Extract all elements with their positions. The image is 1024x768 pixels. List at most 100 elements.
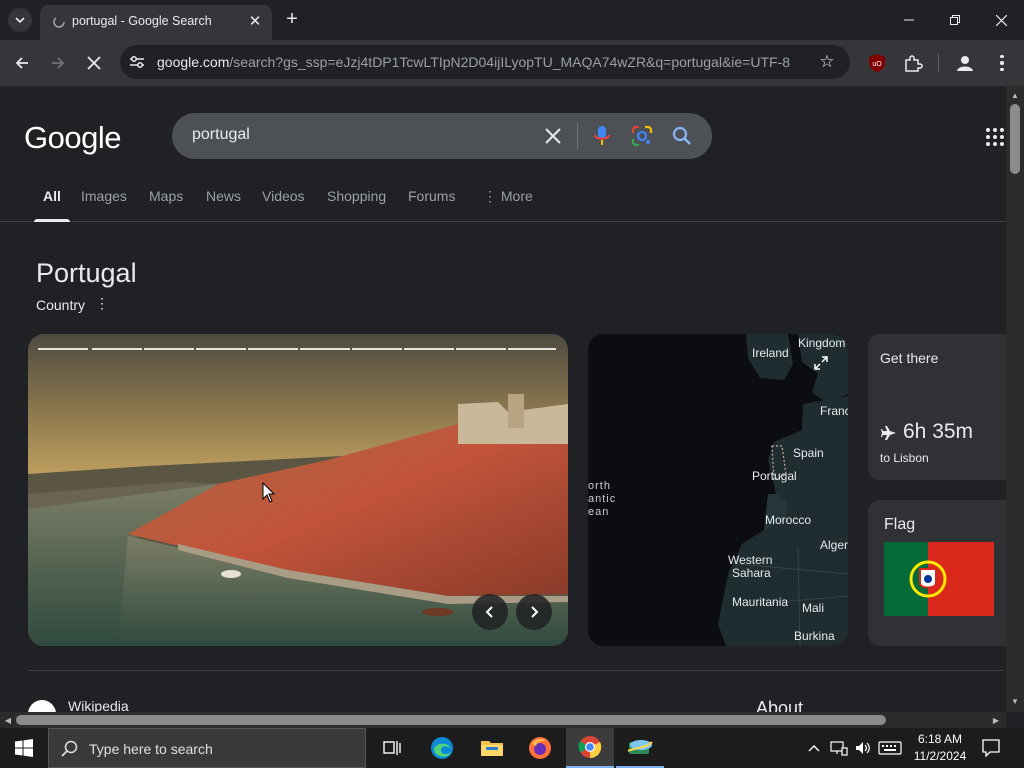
map-label: antic [588,493,617,505]
new-tab-button[interactable]: + [281,8,303,30]
vertical-scrollbar[interactable]: ▲ ▼ [1006,86,1024,712]
section-divider [28,670,1004,671]
tab-maps[interactable]: Maps [149,188,183,204]
tab-shopping[interactable]: Shopping [327,188,386,204]
taskbar-search-box[interactable]: Type here to search [48,728,366,768]
google-apps-icon[interactable] [985,127,1005,147]
task-view-button[interactable] [368,728,416,768]
scroll-right-arrow-icon[interactable]: ▶ [990,714,1002,726]
minimize-button[interactable] [886,0,932,40]
map-thumbnail[interactable]: Kingdom Ireland Franc Spain Portugal ort… [588,334,848,646]
tab-videos[interactable]: Videos [262,188,305,204]
toolbar-divider [938,54,939,72]
map-label: Alger [820,538,848,552]
microphone-icon[interactable] [592,125,612,147]
map-label: Morocco [765,513,812,527]
tab-search-button[interactable] [8,8,32,32]
portugal-flag-image [884,542,994,616]
search-box[interactable]: portugal [172,113,712,159]
svg-text:uO: uO [872,61,882,68]
photo-carousel[interactable] [28,334,568,646]
start-button[interactable] [0,728,48,768]
flight-duration: 6h 35m [903,420,974,443]
tab-strip: portugal - Google Search ✕ + [0,0,1024,40]
chevron-up-icon[interactable] [808,743,820,753]
notifications-icon[interactable] [982,739,1000,757]
site-info-icon[interactable] [128,53,146,71]
search-input[interactable]: portugal [192,126,250,144]
loading-favicon-icon [53,16,65,28]
forward-button[interactable] [44,49,72,77]
more-options-icon[interactable]: ⋮ [95,294,109,312]
clock-date: 11/2/2024 [913,749,967,763]
search-icon [61,740,78,757]
taskbar-firefox[interactable] [516,728,564,768]
system-clock[interactable]: 6:18 AM 11/2/2024 [904,731,976,765]
restore-button[interactable] [932,0,978,40]
taskbar-edge[interactable] [418,728,466,768]
search-tabs: All Images Maps News Videos Shopping For… [0,182,1006,222]
tab-more-label: More [500,188,533,204]
volume-icon[interactable] [854,740,872,756]
tab-images[interactable]: Images [81,188,127,204]
flight-destination: to Lisbon [880,451,929,465]
entity-type: Country [36,297,86,313]
card-heading: Get there [880,350,939,366]
google-lens-icon[interactable] [631,125,653,147]
wikipedia-favicon-icon [28,700,56,712]
google-logo[interactable]: Google [24,120,121,156]
network-icon[interactable] [830,740,848,756]
arrow-right-icon [52,57,65,69]
browser-tab[interactable]: portugal - Google Search ✕ [40,5,272,40]
tab-forums[interactable]: Forums [408,188,455,204]
chrome-menu-button[interactable] [992,52,1012,74]
map-label: Kingdom [798,336,846,350]
get-there-card[interactable]: Get there 6h 35m to Lisbon [868,334,1006,480]
edge-browser-icon [431,737,453,759]
taskbar-chrome[interactable] [566,728,614,768]
address-bar[interactable]: google.com/search?gs_ssp=eJzj4tDP1TcwLTI… [120,45,850,79]
search-divider [577,123,578,149]
search-icon[interactable] [672,126,692,146]
map-label: Portugal [752,469,797,483]
windows-logo-icon [15,739,33,757]
taskbar-file-explorer[interactable] [468,728,516,768]
clock-time: 6:18 AM [917,732,963,746]
taskbar-search-placeholder: Type here to search [89,741,213,757]
profile-avatar-icon[interactable] [954,52,976,74]
url-host: google.com [157,54,230,70]
flag-card[interactable]: Flag [868,500,1006,646]
chevron-right-icon [531,606,539,618]
expand-map-icon[interactable] [814,356,830,372]
tab-all[interactable]: All [43,188,61,204]
taskbar-app[interactable] [616,728,664,768]
back-button[interactable] [8,49,36,77]
clear-search-icon[interactable] [542,125,564,147]
stop-loading-button[interactable] [80,49,108,77]
result-source[interactable]: Wikipedia [68,698,129,712]
map-graphic [588,334,848,646]
tab-more[interactable]: ⋮ More [483,188,533,205]
keyboard-icon[interactable] [878,741,902,755]
chevron-left-icon [485,606,493,618]
scroll-down-arrow-icon[interactable]: ▼ [1006,694,1024,708]
windows-taskbar: Type here to search 6:18 AM 11/2/2024 [0,728,1024,768]
scroll-left-arrow-icon[interactable]: ◀ [2,714,14,726]
network-app-icon [627,740,653,754]
close-tab-icon[interactable]: ✕ [246,12,264,30]
url-text: google.com/search?gs_ssp=eJzj4tDP1TcwLTI… [157,54,790,70]
vertical-scroll-thumb[interactable] [1010,104,1020,174]
horizontal-scroll-thumb[interactable] [16,715,886,725]
airplane-icon [881,426,896,440]
bookmark-star-icon[interactable]: ☆ [817,52,837,72]
tab-news[interactable]: News [206,188,241,204]
scroll-up-arrow-icon[interactable]: ▲ [1006,88,1024,102]
carousel-prev-button[interactable] [472,594,508,630]
extensions-puzzle-icon[interactable] [902,52,924,74]
ublock-extension-icon[interactable]: uO [866,52,888,74]
firefox-icon [529,737,551,759]
carousel-next-button[interactable] [516,594,552,630]
close-window-button[interactable] [978,0,1024,40]
folder-icon [481,741,503,756]
map-label: Mali [802,601,825,615]
